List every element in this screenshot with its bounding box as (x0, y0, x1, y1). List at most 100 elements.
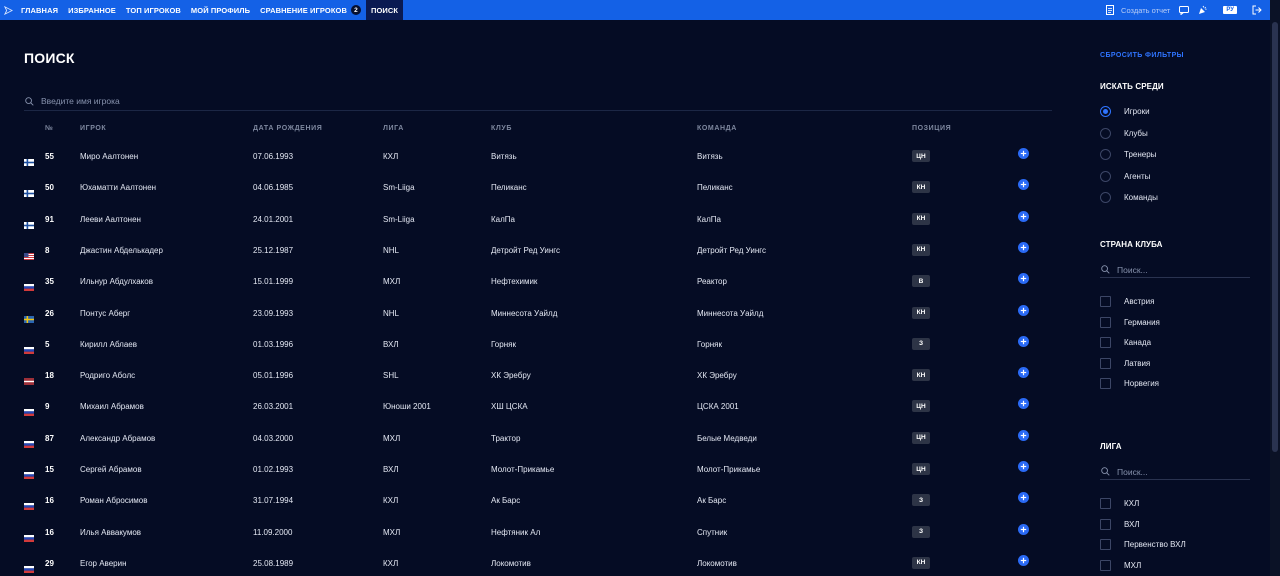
add-player-button[interactable] (1018, 210, 1029, 222)
add-player-button[interactable] (1018, 241, 1029, 253)
nav-search[interactable]: ПОИСК (365, 0, 404, 20)
table-row[interactable]: 8 Джастин Абделькадер 25.12.1987 NHL Детройт… (0, 235, 1060, 266)
table-row[interactable]: 16 Илья Аввакумов 11.09.2000 МХЛ Нефтяник Ал… (0, 517, 1060, 548)
filter-checkbox-item[interactable]: Австрия (1100, 296, 1154, 307)
top-nav-bar: ГЛАВНАЯ ИЗБРАННОЕ ТОП ИГРОКОВ МОЙ ПРОФИЛ… (0, 0, 1270, 20)
add-player-button[interactable] (1018, 304, 1029, 316)
add-player-button[interactable] (1018, 398, 1029, 410)
checkbox[interactable] (1100, 559, 1111, 571)
player-birth-date: 23.09.1993 (253, 308, 294, 318)
player-name[interactable]: Родриго Аболс (80, 371, 135, 380)
nav-my-profile[interactable]: МОЙ ПРОФИЛЬ (186, 0, 255, 20)
filter-checkbox-item[interactable]: Германия (1100, 316, 1160, 328)
radio-button[interactable] (1100, 127, 1111, 139)
country-flag-icon (24, 372, 34, 386)
radio-button[interactable] (1100, 170, 1111, 182)
player-name[interactable]: Михаил Абрамов (80, 402, 144, 411)
filter-checkbox-item[interactable]: Канада (1100, 337, 1151, 348)
add-player-button[interactable] (1018, 367, 1029, 379)
filter-checkbox-item[interactable]: Первенство ВХЛ (1100, 539, 1186, 550)
player-name[interactable]: Роман Абросимов (80, 496, 148, 505)
nav-top-players[interactable]: ТОП ИГРОКОВ (121, 0, 186, 20)
scrollbar-thumb[interactable] (1272, 22, 1278, 452)
checkbox[interactable] (1100, 378, 1111, 389)
header-player[interactable]: ИГРОК (80, 125, 106, 132)
header-team[interactable]: КОМАНДА (697, 125, 737, 132)
radio-button[interactable] (1100, 192, 1111, 203)
player-name[interactable]: Юхаматти Аалтонен (80, 183, 156, 192)
player-name[interactable]: Кирилл Аблаев (80, 340, 137, 349)
table-row[interactable]: 15 Сергей Абрамов 01.02.1993 ВХЛ Молот-Прика… (0, 454, 1060, 485)
checkbox[interactable] (1100, 539, 1111, 550)
table-row[interactable]: 35 Ильнур Абдулхаков 15.01.1999 МХЛ Нефтехим… (0, 266, 1060, 297)
add-player-button[interactable] (1018, 273, 1029, 285)
player-name[interactable]: Егор Аверин (80, 559, 126, 568)
logout-icon[interactable] (1252, 5, 1262, 15)
reset-filters-button[interactable]: СБРОСИТЬ ФИЛЬТРЫ (1100, 52, 1184, 59)
search-among-option[interactable]: Игроки (1100, 106, 1150, 117)
header-birth-date[interactable]: ДАТА РОЖДЕНИЯ (253, 125, 322, 132)
player-name[interactable]: Александр Абрамов (80, 434, 155, 443)
add-player-button[interactable] (1018, 179, 1029, 191)
table-row[interactable]: 91 Лееви Аалтонен 24.01.2001 Sm-Liiga КалПа К… (0, 204, 1060, 235)
player-name[interactable]: Джастин Абделькадер (80, 246, 163, 255)
filter-checkbox-item[interactable]: КХЛ (1100, 498, 1139, 509)
checkbox[interactable] (1100, 316, 1111, 328)
radio-button[interactable] (1100, 149, 1111, 160)
add-player-button[interactable] (1018, 492, 1029, 504)
table-row[interactable]: 9 Михаил Абрамов 26.03.2001 Юноши 2001 ХШ ЦС… (0, 391, 1060, 422)
nav-favorites[interactable]: ИЗБРАННОЕ (63, 0, 121, 20)
filter-checkbox-item[interactable]: ВХЛ (1100, 518, 1140, 530)
filter-checkbox-item[interactable]: МХЛ (1100, 559, 1141, 571)
player-name[interactable]: Илья Аввакумов (80, 528, 141, 537)
add-player-button[interactable] (1018, 554, 1029, 566)
radio-button[interactable] (1100, 106, 1111, 117)
table-row[interactable]: 50 Юхаматти Аалтонен 04.06.1985 Sm-Liiga Пел… (0, 172, 1060, 203)
chat-icon[interactable] (1179, 5, 1190, 15)
checkbox[interactable] (1100, 498, 1111, 509)
club-country-search-input[interactable] (1117, 264, 1237, 275)
add-player-button[interactable] (1018, 461, 1029, 472)
search-among-option[interactable]: Тренеры (1100, 149, 1156, 160)
add-player-button[interactable] (1018, 148, 1029, 159)
filter-checkbox-item[interactable]: Латвия (1100, 357, 1150, 369)
logo-icon[interactable] (0, 0, 16, 20)
table-row[interactable]: 55 Миро Аалтонен 07.06.1993 КХЛ Витязь Витязь… (0, 141, 1060, 172)
checkbox[interactable] (1100, 357, 1111, 369)
player-name[interactable]: Лееви Аалтонен (80, 215, 141, 224)
filter-checkbox-item[interactable]: Норвегия (1100, 378, 1159, 389)
search-among-option[interactable]: Агенты (1100, 170, 1150, 182)
header-league[interactable]: ЛИГА (383, 125, 404, 132)
search-among-option[interactable]: Команды (1100, 192, 1158, 203)
player-birth-date: 07.06.1993 (253, 152, 294, 161)
nav-main[interactable]: ГЛАВНАЯ (16, 0, 63, 20)
checkbox[interactable] (1100, 296, 1111, 307)
add-player-button[interactable] (1018, 335, 1029, 347)
league-search-input[interactable] (1117, 466, 1237, 477)
player-search-input[interactable] (41, 96, 941, 106)
language-switch[interactable]: РУ (1223, 6, 1237, 14)
table-row[interactable]: 26 Понтус Аберг 23.09.1993 NHL Миннесота Уай… (0, 298, 1060, 329)
table-row[interactable]: 87 Александр Абрамов 04.03.2000 МХЛ Трактор Б… (0, 423, 1060, 454)
plus-icon (1020, 369, 1027, 376)
player-name[interactable]: Ильнур Абдулхаков (80, 277, 153, 286)
player-name[interactable]: Миро Аалтонен (80, 152, 138, 161)
player-name[interactable]: Сергей Абрамов (80, 465, 142, 474)
search-among-option[interactable]: Клубы (1100, 127, 1148, 139)
table-row[interactable]: 16 Роман Абросимов 31.07.1994 КХЛ Ак Барс Ак … (0, 485, 1060, 516)
header-club[interactable]: КЛУБ (491, 125, 512, 132)
nav-compare-players[interactable]: СРАВНЕНИЕ ИГРОКОВ 2 (255, 0, 366, 20)
table-row[interactable]: 29 Егор Аверин 25.08.1989 КХЛ Локомотив Локом… (0, 548, 1060, 576)
add-player-button[interactable] (1018, 429, 1029, 441)
add-player-button[interactable] (1018, 523, 1029, 535)
checkbox-label: ВХЛ (1124, 519, 1140, 529)
table-row[interactable]: 5 Кирилл Аблаев 01.03.1996 ВХЛ Горняк Горняк З (0, 329, 1060, 360)
player-name[interactable]: Понтус Аберг (80, 309, 130, 318)
header-position[interactable]: ПОЗИЦИЯ (912, 125, 951, 132)
page-scrollbar[interactable] (1270, 0, 1280, 576)
checkbox[interactable] (1100, 337, 1111, 348)
create-report-button[interactable]: Создать отчет (1105, 5, 1170, 15)
notifications-icon[interactable] (1198, 5, 1208, 15)
checkbox[interactable] (1100, 518, 1111, 530)
table-row[interactable]: 18 Родриго Аболс 05.01.1996 SHL ХК Эребру ХК … (0, 360, 1060, 391)
